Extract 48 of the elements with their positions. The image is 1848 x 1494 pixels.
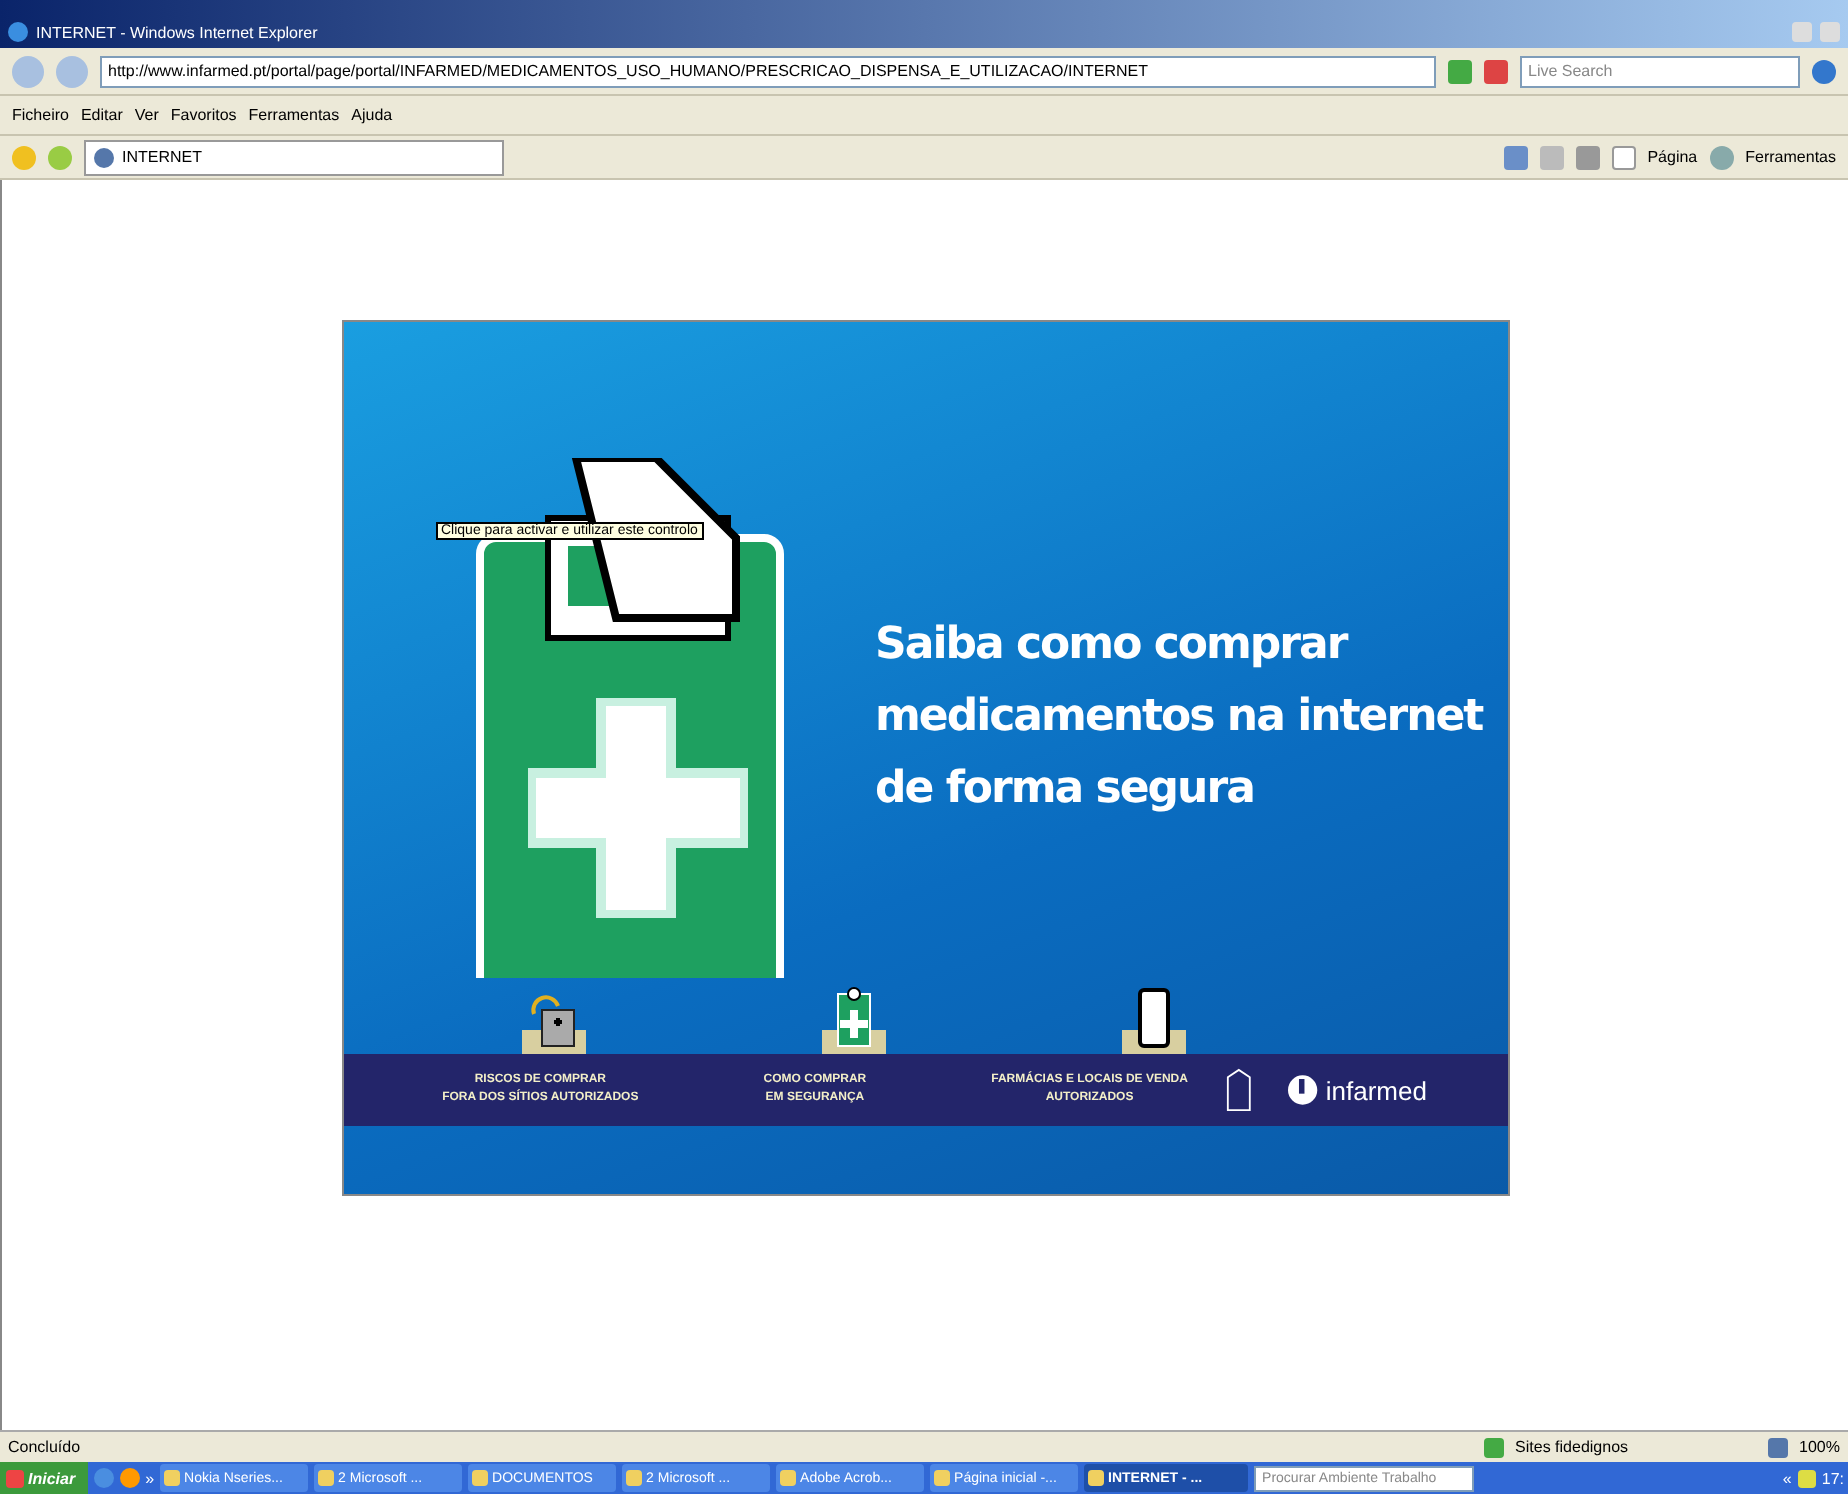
windows-logo-icon [6, 1469, 24, 1487]
menu-item[interactable]: Ver [134, 106, 159, 124]
zoom-level[interactable]: 100% [1799, 1438, 1840, 1456]
toolbar-button[interactable]: Página [1647, 148, 1698, 166]
menu-item[interactable]: Ficheiro [12, 106, 69, 124]
status-text: Concluído [8, 1438, 81, 1456]
building-icon [1226, 1068, 1253, 1112]
menu-item[interactable]: Ajuda [351, 106, 393, 124]
forward-icon[interactable] [56, 55, 88, 87]
start-button[interactable]: Iniciar [0, 1462, 88, 1494]
print-icon[interactable] [1575, 145, 1600, 169]
menu-item[interactable]: Editar [80, 106, 123, 124]
browser-icon [8, 22, 28, 42]
headline-line: de forma segura [875, 762, 1256, 818]
toolbar-button[interactable]: Ferramentas [1745, 148, 1836, 166]
search-field[interactable]: Live Search [1520, 55, 1800, 87]
page-icon [94, 147, 114, 167]
logo-text: infarmed [1325, 1075, 1427, 1105]
browser-tab[interactable]: INTERNET [84, 139, 504, 175]
menu-item[interactable]: Favoritos [170, 106, 237, 124]
headline-line: Saiba como comprar [875, 618, 1350, 674]
tray-overflow[interactable]: « [1782, 1469, 1792, 1487]
tray-icon [1797, 1469, 1816, 1487]
check-icon [1483, 1437, 1504, 1457]
clock: 17: [1821, 1469, 1844, 1487]
home-icon[interactable] [1503, 145, 1528, 169]
window-title: INTERNET - Windows Internet Explorer [36, 23, 318, 41]
add-favorite-icon[interactable] [48, 145, 72, 169]
minimize-icon[interactable] [1792, 22, 1812, 42]
clipboard-icon [817, 986, 889, 1054]
page-icon [1611, 145, 1636, 169]
refresh-icon[interactable] [1448, 59, 1472, 83]
overflow-button[interactable]: » [145, 1469, 155, 1487]
mail-icon[interactable] [119, 1468, 140, 1488]
zoom-icon[interactable] [1767, 1437, 1788, 1457]
logo-icon [1288, 1074, 1318, 1106]
menu-item[interactable]: Ferramentas [248, 106, 340, 124]
maximize-icon[interactable] [1820, 22, 1840, 42]
security-zone: Sites fidedignos [1515, 1438, 1631, 1456]
close-icon[interactable] [1484, 59, 1508, 83]
feeds-icon[interactable] [1539, 145, 1564, 169]
browser-icon[interactable] [93, 1468, 114, 1488]
headline-line: medicamentos na internet [875, 690, 1483, 746]
gear-icon [1709, 145, 1734, 169]
search-icon[interactable] [1812, 59, 1836, 83]
back-icon[interactable] [12, 55, 44, 87]
tablet-icon [1117, 986, 1189, 1054]
address-field[interactable]: http://www.infarmed.pt/portal/page/portal/INFARMED/MEDICAMENTOS_USO_HUMANO/PRESCRICAO_DISPENSA_E_UTILIZACAO/INTERNET [100, 55, 1436, 87]
